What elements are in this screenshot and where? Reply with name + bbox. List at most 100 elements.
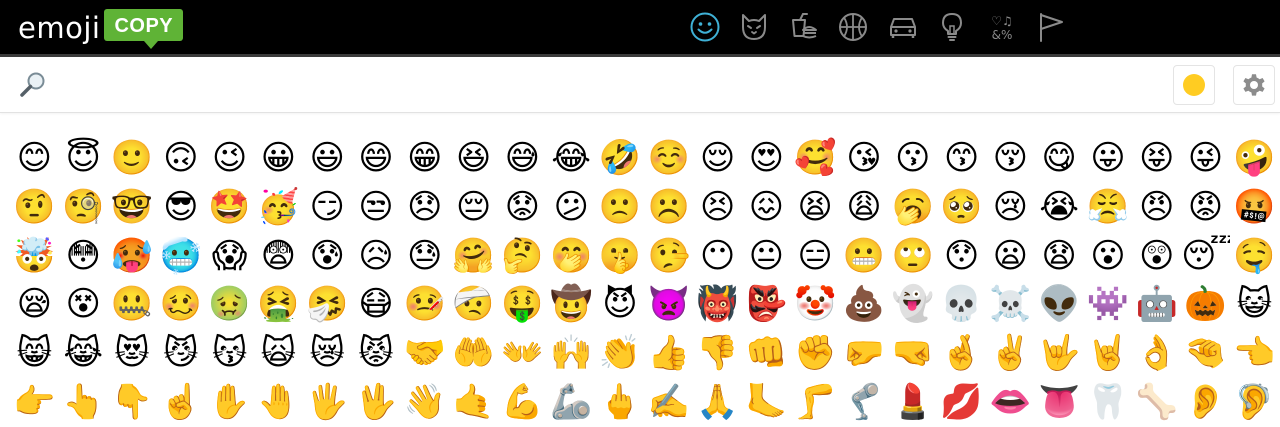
emoji-item[interactable]: 🤨 [10,183,59,232]
emoji-item[interactable]: 😜 [1181,134,1230,183]
emoji-item[interactable]: 😎 [156,183,205,232]
emoji-item[interactable]: 😝 [1132,134,1181,183]
emoji-item[interactable]: 😮 [1084,232,1133,281]
emoji-item[interactable]: ☝️ [156,378,205,427]
tab-flags[interactable] [1027,0,1077,54]
emoji-item[interactable]: 😋 [1035,134,1084,183]
emoji-item[interactable]: 😒 [352,183,401,232]
emoji-item[interactable]: 🤗 [449,232,498,281]
emoji-item[interactable]: 😱 [205,232,254,281]
emoji-item[interactable]: 🤥 [644,232,693,281]
emoji-item[interactable]: 🎃 [1181,280,1230,329]
emoji-item[interactable]: 😛 [1084,134,1133,183]
emoji-item[interactable]: 😍 [742,134,791,183]
emoji-item[interactable]: 🥵 [108,232,157,281]
emoji-item[interactable]: 😅 [498,134,547,183]
emoji-item[interactable]: 😭 [1035,183,1084,232]
emoji-item[interactable]: 😬 [840,232,889,281]
emoji-item[interactable]: 🥳 [254,183,303,232]
emoji-item[interactable]: 😀 [254,134,303,183]
emoji-item[interactable]: 😖 [742,183,791,232]
emoji-item[interactable]: 💪 [498,378,547,427]
emoji-item[interactable]: 🖖 [352,378,401,427]
emoji-item[interactable]: 😹 [59,329,108,378]
emoji-item[interactable]: 😪 [10,280,59,329]
emoji-item[interactable]: 👂 [1181,378,1230,427]
emoji-item[interactable]: 😐 [742,232,791,281]
emoji-item[interactable]: 💀 [937,280,986,329]
emoji-item[interactable]: ☠️ [986,280,1035,329]
emoji-item[interactable]: 🖐️ [303,378,352,427]
emoji-item[interactable]: 😟 [498,183,547,232]
emoji-item[interactable]: 👾 [1084,280,1133,329]
emoji-item[interactable]: 💄 [888,378,937,427]
emoji-item[interactable]: 😆 [449,134,498,183]
emoji-item[interactable]: 😘 [840,134,889,183]
emoji-item[interactable]: ✍️ [644,378,693,427]
emoji-item[interactable]: ✋ [205,378,254,427]
emoji-item[interactable]: 😸 [10,329,59,378]
emoji-item[interactable]: 💋 [937,378,986,427]
emoji-item[interactable]: 🤜 [888,329,937,378]
emoji-item[interactable]: 😲 [1132,232,1181,281]
tab-travel[interactable] [878,0,928,54]
emoji-item[interactable]: 🥺 [937,183,986,232]
emoji-item[interactable]: 🥶 [156,232,205,281]
emoji-item[interactable]: 👎 [693,329,742,378]
emoji-item[interactable]: 🙂 [108,134,157,183]
tab-smileys[interactable] [680,0,730,54]
emoji-item[interactable]: 😙 [937,134,986,183]
emoji-item[interactable]: 🦿 [840,378,889,427]
emoji-item[interactable]: 😡 [1181,183,1230,232]
emoji-item[interactable]: 🥰 [791,134,840,183]
emoji-item[interactable]: 👆 [59,378,108,427]
emoji-item[interactable]: 🤖 [1132,280,1181,329]
emoji-item[interactable]: 😊 [10,134,59,183]
skin-tone-button[interactable] [1173,65,1215,105]
emoji-item[interactable]: 🥱 [888,183,937,232]
emoji-item[interactable]: 😑 [791,232,840,281]
emoji-item[interactable]: 🤡 [791,280,840,329]
emoji-item[interactable]: 😄 [352,134,401,183]
emoji-item[interactable]: 🤙 [449,378,498,427]
emoji-item[interactable]: 👻 [888,280,937,329]
emoji-item[interactable]: 👇 [108,378,157,427]
emoji-item[interactable]: 🤛 [840,329,889,378]
emoji-item[interactable]: 😶 [693,232,742,281]
emoji-item[interactable]: 😨 [254,232,303,281]
settings-button[interactable] [1233,65,1275,105]
emoji-item[interactable]: 😷 [352,280,401,329]
search-input[interactable] [56,69,1160,101]
emoji-item[interactable]: 😈 [596,280,645,329]
emoji-item[interactable]: 😳 [59,232,108,281]
emoji-item[interactable]: 🙃 [156,134,205,183]
emoji-item[interactable]: 😯 [937,232,986,281]
emoji-item[interactable]: 👏 [596,329,645,378]
emoji-item[interactable]: 👅 [1035,378,1084,427]
emoji-item[interactable]: ☺️ [644,134,693,183]
emoji-item[interactable]: 👹 [693,280,742,329]
emoji-item[interactable]: 😉 [205,134,254,183]
emoji-item[interactable]: 😰 [303,232,352,281]
emoji-item[interactable]: 🤞 [937,329,986,378]
emoji-item[interactable]: 😂 [547,134,596,183]
emoji-item[interactable]: 😦 [986,232,1035,281]
emoji-item[interactable]: 👊 [742,329,791,378]
emoji-item[interactable]: 🤤 [1230,232,1279,281]
emoji-item[interactable]: 🤒 [400,280,449,329]
emoji-item[interactable]: 🤢 [205,280,254,329]
emoji-item[interactable]: 👐 [498,329,547,378]
emoji-item[interactable]: 😵 [59,280,108,329]
emoji-item[interactable]: 👺 [742,280,791,329]
tab-symbols[interactable]: ♡♫ &% [977,0,1027,54]
emoji-item[interactable]: 🤓 [108,183,157,232]
tab-animals[interactable] [730,0,780,54]
emoji-item[interactable]: 🦷 [1084,378,1133,427]
emoji-item[interactable]: 😚 [986,134,1035,183]
emoji-item[interactable]: 🤧 [303,280,352,329]
emoji-item[interactable]: 😤 [1084,183,1133,232]
emoji-item[interactable]: 🙄 [888,232,937,281]
emoji-item[interactable]: 👿 [644,280,693,329]
emoji-item[interactable]: 🤘 [1084,329,1133,378]
tab-food[interactable] [779,0,829,54]
